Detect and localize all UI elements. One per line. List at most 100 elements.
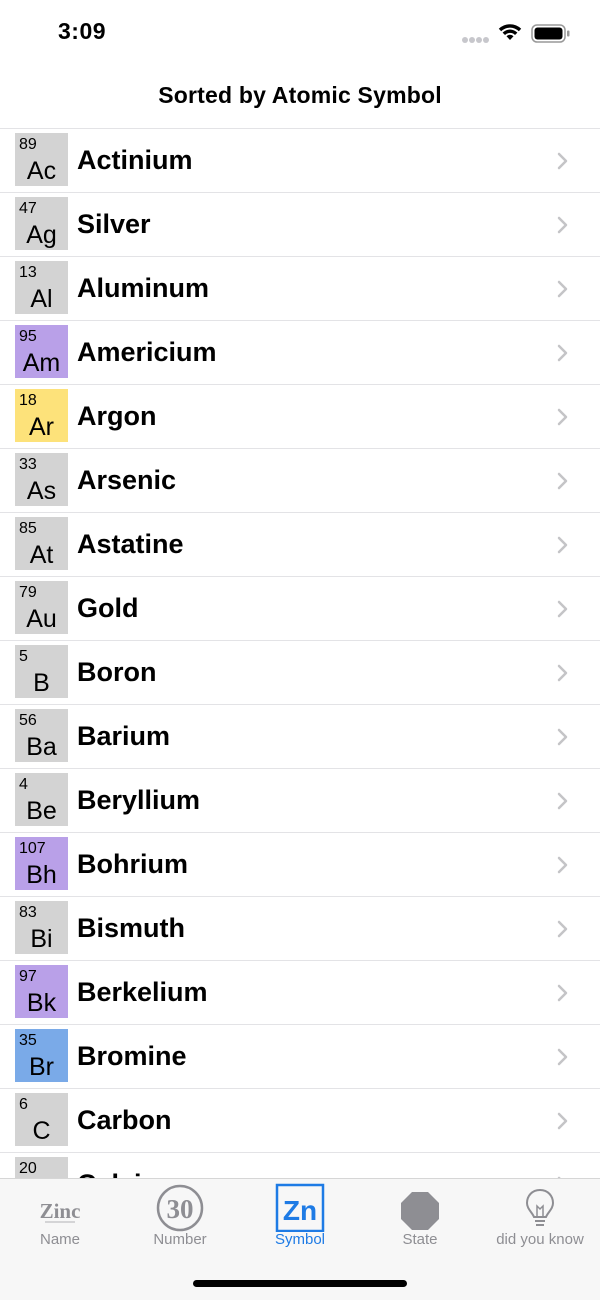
- element-name: Americium: [77, 337, 217, 367]
- atomic-number: 83: [19, 904, 37, 921]
- element-name: Actinium: [77, 145, 193, 175]
- atomic-symbol: Bk: [26, 989, 57, 1017]
- list-item[interactable]: 89 Ac Actinium: [0, 129, 600, 193]
- element-tile: 18 Ar: [15, 389, 68, 442]
- chevron-right-icon: [557, 216, 568, 234]
- tab-did-you-know[interactable]: did you know: [480, 1179, 600, 1259]
- atomic-number: 20: [19, 1160, 37, 1177]
- number-circle-icon: 30: [156, 1184, 204, 1232]
- element-tile: 4 Be: [15, 773, 68, 826]
- list-item[interactable]: 107 Bh Bohrium: [0, 833, 600, 897]
- battery-icon: [531, 24, 570, 43]
- element-tile: 83 Bi: [15, 901, 68, 954]
- atomic-number: 35: [19, 1032, 37, 1049]
- atomic-symbol: Am: [22, 349, 61, 377]
- atomic-symbol: Ag: [26, 221, 57, 249]
- atomic-number: 13: [19, 264, 37, 281]
- chevron-right-icon: [557, 856, 568, 874]
- element-list[interactable]: 89 Ac Actinium 47 Ag Silver 13 Al Aluminum 95 Am Am…: [0, 128, 600, 1179]
- list-item[interactable]: 18 Ar Argon: [0, 385, 600, 449]
- tab-symbol[interactable]: Zn Symbol: [240, 1179, 360, 1259]
- tab-label-symbol: Symbol: [274, 1231, 326, 1248]
- atomic-number: 5: [19, 648, 28, 665]
- chevron-right-icon: [557, 152, 568, 170]
- atomic-number: 107: [19, 840, 46, 857]
- element-name: Berkelium: [77, 977, 208, 1007]
- tab-label-state: State: [402, 1231, 438, 1248]
- list-item[interactable]: 20CaCalcium: [0, 1153, 600, 1179]
- atomic-symbol: Bh: [26, 861, 57, 889]
- element-name: Bismuth: [77, 913, 185, 943]
- list-item[interactable]: 4 Be Beryllium: [0, 769, 600, 833]
- element-name: Argon: [77, 401, 157, 431]
- atomic-number: 18: [19, 392, 37, 409]
- element-tile: 97 Bk: [15, 965, 68, 1018]
- list-item[interactable]: 85 At Astatine: [0, 513, 600, 577]
- list-item[interactable]: 79 Au Gold: [0, 577, 600, 641]
- atomic-symbol: Bi: [30, 925, 53, 953]
- element-name: Astatine: [77, 529, 184, 559]
- chevron-right-icon: [557, 472, 568, 490]
- chevron-right-icon: [557, 344, 568, 362]
- list-item[interactable]: 13 Al Aluminum: [0, 257, 600, 321]
- atomic-symbol: Ba: [26, 733, 57, 761]
- atomic-number: 79: [19, 584, 37, 601]
- atomic-symbol: Au: [26, 605, 57, 633]
- list-item[interactable]: 83 Bi Bismuth: [0, 897, 600, 961]
- tab-label-number: Number: [153, 1231, 207, 1248]
- chevron-right-icon: [557, 728, 568, 746]
- list-item[interactable]: 47 Ag Silver: [0, 193, 600, 257]
- chevron-right-icon: [557, 536, 568, 554]
- list-item[interactable]: 35 Br Bromine: [0, 1025, 600, 1089]
- tab-name[interactable]: Zinc Name: [0, 1179, 120, 1259]
- atomic-symbol: C: [32, 1117, 51, 1145]
- svg-text:Zinc: Zinc: [40, 1199, 81, 1223]
- element-tile: 13 Al: [15, 261, 68, 314]
- chevron-right-icon: [557, 280, 568, 298]
- list-item[interactable]: 56 Ba Barium: [0, 705, 600, 769]
- element-name: Carbon: [77, 1105, 172, 1135]
- atomic-symbol: Al: [30, 285, 53, 313]
- element-name: Gold: [77, 593, 139, 623]
- atomic-symbol: Br: [29, 1053, 54, 1081]
- chevron-right-icon: [557, 664, 568, 682]
- atomic-number: 56: [19, 712, 37, 729]
- element-tile: 85 At: [15, 517, 68, 570]
- chevron-right-icon: [557, 1048, 568, 1066]
- element-tile: 89 Ac: [15, 133, 68, 186]
- lightbulb-icon: [525, 1188, 555, 1226]
- atomic-symbol: At: [29, 541, 54, 569]
- tab-state[interactable]: State: [360, 1179, 480, 1259]
- atomic-number: 89: [19, 136, 37, 153]
- list-item[interactable]: 97 Bk Berkelium: [0, 961, 600, 1025]
- atomic-number: 33: [19, 456, 37, 473]
- chevron-right-icon: [557, 984, 568, 1002]
- atomic-number: 95: [19, 328, 37, 345]
- list-item[interactable]: 5 B Boron: [0, 641, 600, 705]
- element-name: Boron: [77, 657, 157, 687]
- tab-label-name: Name: [39, 1231, 80, 1248]
- atomic-number: 97: [19, 968, 37, 985]
- list-item[interactable]: 95 Am Americium: [0, 321, 600, 385]
- element-tile: 47 Ag: [15, 197, 68, 250]
- element-name: Silver: [77, 209, 151, 239]
- element-tile: 20Ca: [15, 1157, 68, 1179]
- element-name: Arsenic: [77, 465, 177, 495]
- atomic-symbol: B: [33, 669, 50, 697]
- atomic-number: 85: [19, 520, 37, 537]
- list-item[interactable]: 33 As Arsenic: [0, 449, 600, 513]
- wifi-icon: [498, 24, 522, 40]
- tab-number[interactable]: 30 Number: [120, 1179, 240, 1259]
- element-name: Aluminum: [77, 273, 209, 303]
- element-tile: 95 Am: [15, 325, 68, 378]
- atomic-number: 6: [19, 1096, 28, 1113]
- home-indicator: [193, 1280, 407, 1287]
- chevron-right-icon: [557, 920, 568, 938]
- element-tile: 33 As: [15, 453, 68, 506]
- element-tile: 107 Bh: [15, 837, 68, 890]
- atomic-number: 4: [19, 776, 28, 793]
- list-item[interactable]: 6 C Carbon: [0, 1089, 600, 1153]
- atomic-symbol: Ac: [26, 157, 57, 185]
- page-title: Sorted by Atomic Symbol: [158, 82, 442, 108]
- chevron-right-icon: [557, 1112, 568, 1130]
